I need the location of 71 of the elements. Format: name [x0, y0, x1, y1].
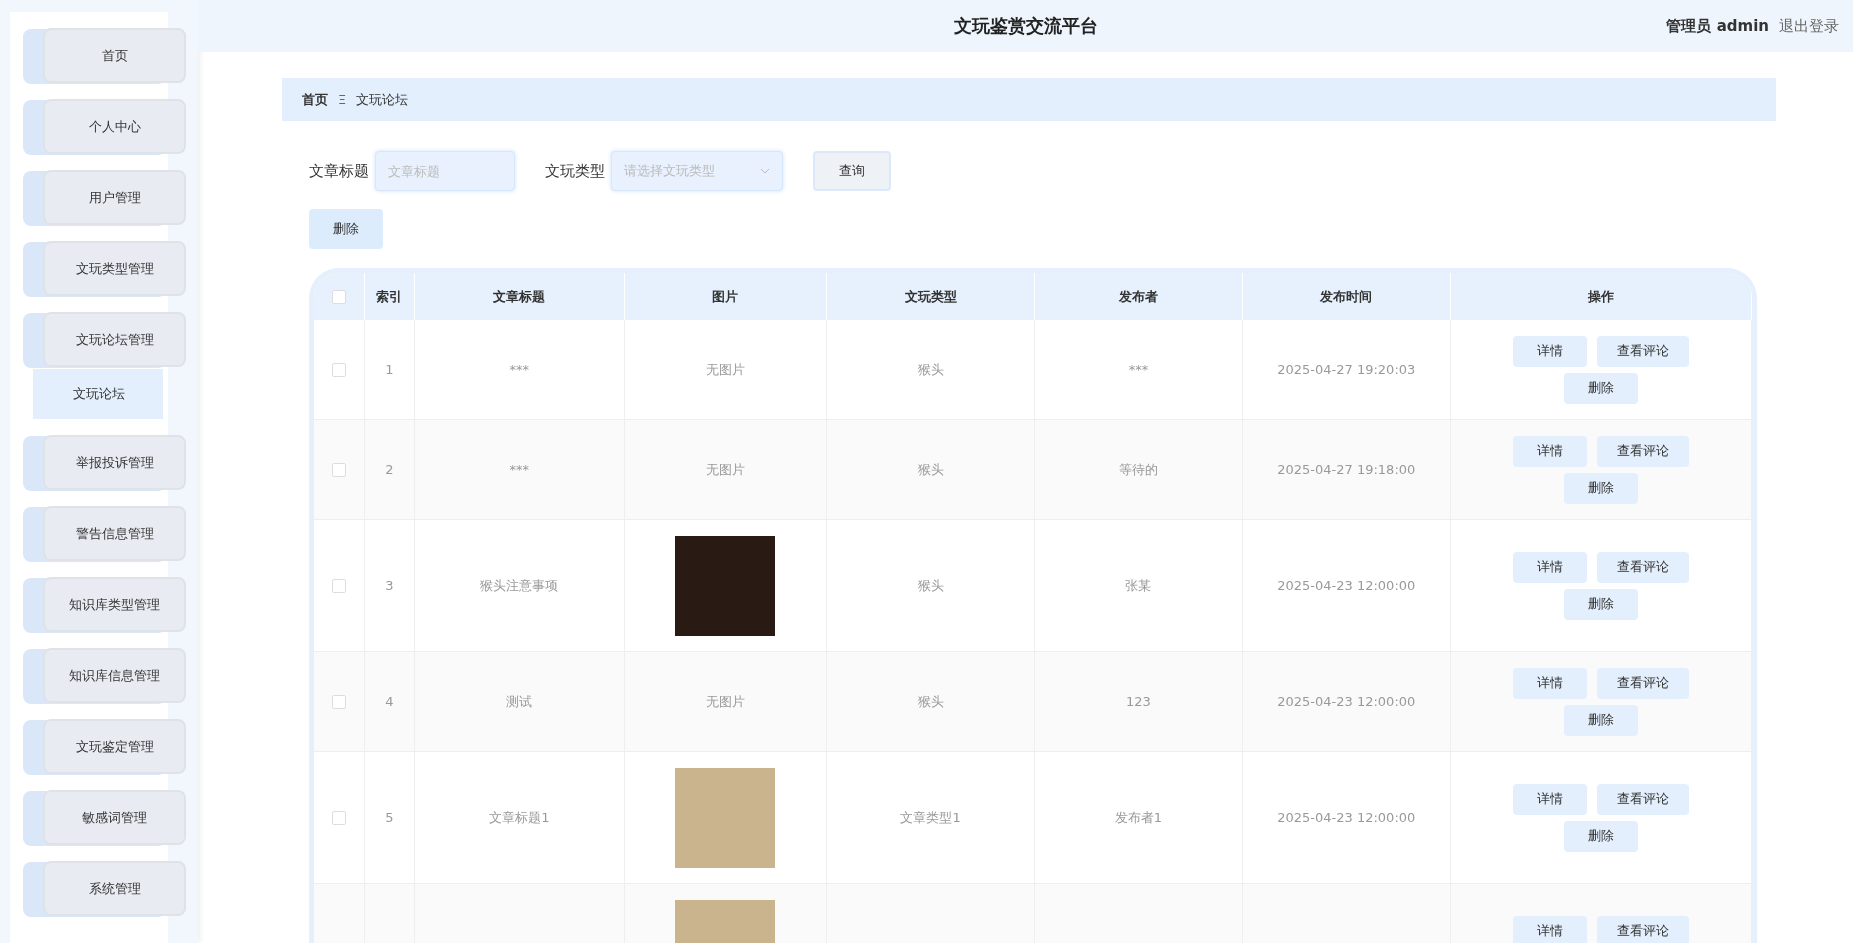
user-name: 管理员 admin [1666, 16, 1769, 36]
publisher-cell: 等待的 [1118, 461, 1158, 477]
publisher-cell: 张某 [1125, 577, 1152, 593]
title-cell: 猴头注意事项 [480, 577, 559, 593]
row-checkbox[interactable] [331, 695, 346, 710]
filter-label: 文玩类型 [545, 161, 605, 181]
logout-link[interactable]: 退出登录 [1779, 16, 1839, 36]
time-cell: 2025-04-27 19:18:00 [1277, 462, 1416, 477]
type-cell: 文章类型1 [900, 809, 961, 825]
action-button[interactable]: 删除 [1564, 704, 1638, 736]
action-button[interactable]: 查看评论 [1597, 915, 1689, 943]
column-header: 文章标题 [414, 273, 625, 320]
index-cell: 2 [385, 462, 394, 477]
row-checkbox[interactable] [331, 811, 346, 826]
time-cell: 2025-04-23 12:00:00 [1277, 578, 1416, 593]
publisher-cell: 123 [1126, 694, 1151, 709]
row-checkbox[interactable] [331, 363, 346, 378]
action-button[interactable]: 详情 [1513, 551, 1587, 583]
title-input-field[interactable]: 文章标题 [375, 151, 515, 191]
action-button[interactable]: 详情 [1513, 915, 1587, 943]
action-button[interactable]: 详情 [1513, 335, 1587, 367]
type-cell: 猴头 [917, 693, 944, 709]
action-button[interactable]: 删除 [1564, 820, 1638, 852]
title-cell: 测试 [506, 693, 533, 709]
time-cell: 2025-04-27 19:20:03 [1277, 362, 1416, 377]
action-button[interactable]: 删除 [1564, 588, 1638, 620]
breadcrumb-current: 文玩论坛 [356, 90, 409, 109]
column-header: 发布者 [1034, 273, 1243, 320]
row-checkbox[interactable] [331, 579, 346, 594]
title-cell: *** [509, 362, 530, 377]
breadcrumb-separator: Ξ [338, 92, 347, 107]
chevron-down-icon [760, 168, 770, 174]
column-header: 索引 [364, 273, 415, 320]
action-button[interactable]: 查看评论 [1597, 435, 1689, 467]
column-header: 文玩类型 [826, 273, 1035, 320]
no-image-text: 无图片 [705, 361, 745, 377]
column-header: 图片 [624, 273, 827, 320]
no-image-text: 无图片 [705, 461, 745, 477]
time-cell: 2025-04-23 12:00:00 [1277, 810, 1416, 825]
publisher-cell: *** [1128, 362, 1149, 377]
index-cell: 1 [385, 362, 394, 377]
action-button[interactable]: 删除 [1564, 372, 1638, 404]
type-cell: 猴头 [917, 361, 944, 377]
site-title: 文玩鉴赏交流平台 [953, 14, 1098, 38]
action-button[interactable]: 删除 [1564, 472, 1638, 504]
action-button[interactable]: 查看评论 [1597, 335, 1689, 367]
type-cell: 猴头 [917, 577, 944, 593]
action-button[interactable]: 查看评论 [1597, 783, 1689, 815]
column-header: 发布时间 [1242, 273, 1451, 320]
action-button[interactable]: 详情 [1513, 435, 1587, 467]
sidebar-subitem[interactable]: 文玩论坛 [33, 369, 163, 419]
time-cell: 2025-04-23 12:00:00 [1277, 694, 1416, 709]
index-cell: 3 [385, 578, 394, 593]
index-cell: 4 [385, 694, 394, 709]
delete-button[interactable]: 删除 [309, 209, 383, 249]
action-button[interactable]: 详情 [1513, 783, 1587, 815]
publisher-cell: 发布者1 [1114, 809, 1163, 825]
filter-label: 文章标题 [309, 161, 369, 181]
type-cell: 猴头 [917, 461, 944, 477]
title-cell: *** [509, 462, 530, 477]
column-header: 操作 [1450, 273, 1752, 320]
no-image-text: 无图片 [705, 693, 745, 709]
action-button[interactable]: 查看评论 [1597, 667, 1689, 699]
action-button[interactable]: 详情 [1513, 667, 1587, 699]
search-button[interactable]: 查询 [813, 151, 891, 191]
row-checkbox[interactable] [331, 463, 346, 478]
select-all-checkbox[interactable] [331, 290, 346, 305]
breadcrumb-home[interactable]: 首页 [302, 90, 328, 109]
action-button[interactable]: 查看评论 [1597, 551, 1689, 583]
title-cell: 文章标题1 [489, 809, 550, 825]
index-cell: 5 [385, 810, 394, 825]
